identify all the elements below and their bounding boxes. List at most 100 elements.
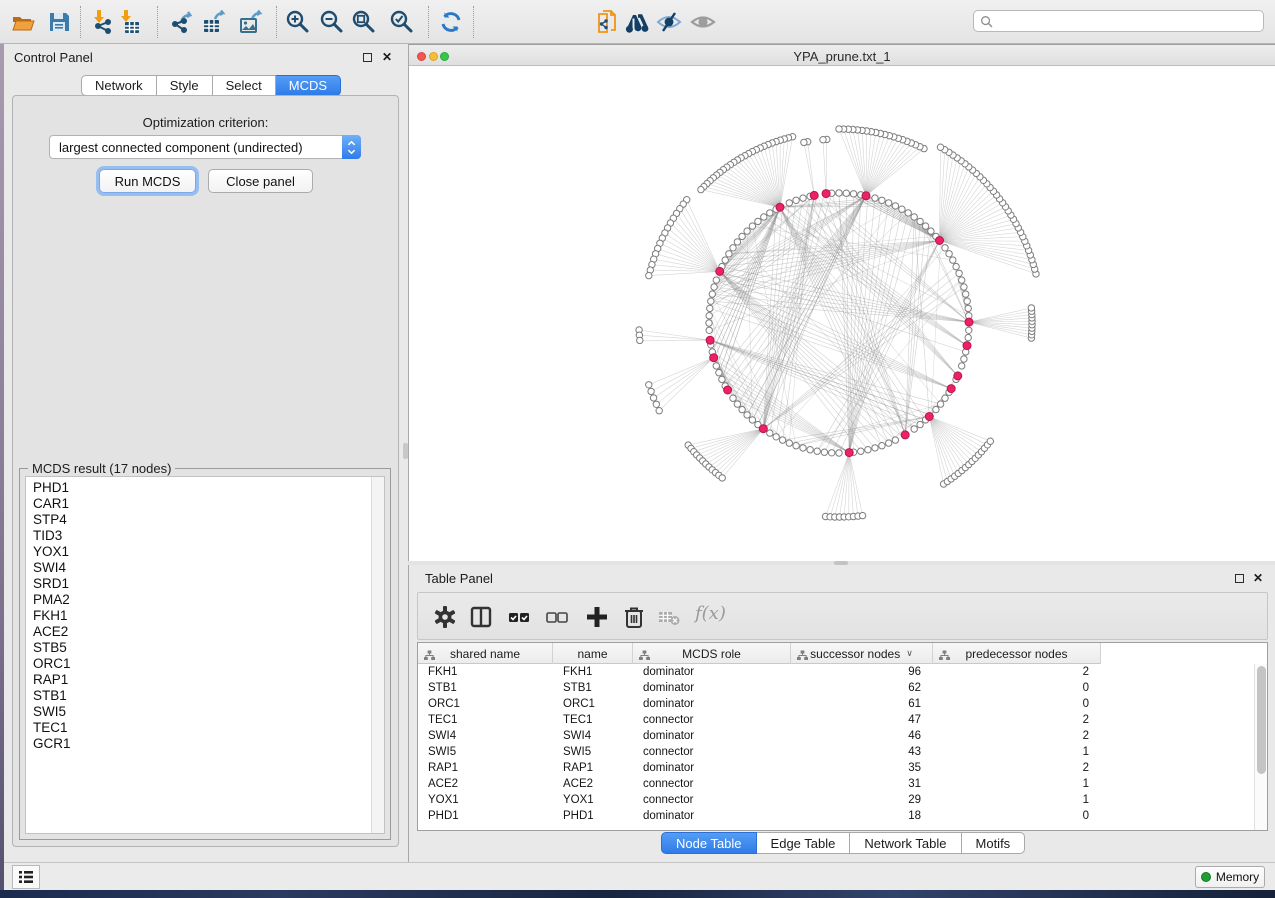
table-scrollbar[interactable]: [1254, 664, 1267, 830]
mcds-result-item[interactable]: SWI5: [33, 704, 384, 720]
cell-successor-nodes: 35: [791, 760, 933, 776]
save-icon[interactable]: [46, 9, 72, 35]
mcds-result-item[interactable]: RAP1: [33, 672, 384, 688]
cell-shared-name: RAP1: [418, 760, 553, 776]
table-row[interactable]: SWI5SWI5connector431: [418, 744, 1254, 760]
table-row[interactable]: ACE2ACE2connector311: [418, 776, 1254, 792]
network-window-titlebar[interactable]: YPA_prune.txt_1: [409, 44, 1275, 66]
cell-successor-nodes: 31: [791, 776, 933, 792]
tab-style[interactable]: Style: [157, 75, 213, 96]
close-panel-icon[interactable]: ✕: [382, 52, 392, 63]
mcds-tab-content: Optimization criterion: largest connecte…: [12, 95, 399, 847]
deselect-all-icon[interactable]: [544, 604, 570, 630]
mcds-result-item[interactable]: FKH1: [33, 608, 384, 624]
cell-MCDS-role: dominator: [633, 808, 791, 824]
export-image-icon[interactable]: [238, 9, 264, 35]
mcds-result-item[interactable]: STB1: [33, 688, 384, 704]
tab-network-table[interactable]: Network Table: [850, 832, 961, 854]
hide-panel-icon[interactable]: [656, 9, 682, 35]
tab-mcds[interactable]: MCDS: [276, 75, 341, 96]
close-panel-button[interactable]: Close panel: [208, 169, 313, 193]
delete-column-icon[interactable]: [621, 604, 647, 630]
mcds-result-item[interactable]: PMA2: [33, 592, 384, 608]
tab-network[interactable]: Network: [81, 75, 157, 96]
node-table[interactable]: shared namenameMCDS rolesuccessor nodes∨…: [417, 642, 1268, 831]
cell-predecessor-nodes: 0: [933, 808, 1101, 824]
mcds-result-item[interactable]: SRD1: [33, 576, 384, 592]
column-header-predecessor-nodes[interactable]: predecessor nodes: [933, 643, 1101, 664]
show-columns-icon[interactable]: [468, 604, 494, 630]
vertical-splitter-handle[interactable]: [403, 443, 408, 459]
table-row[interactable]: STB1STB1dominator620: [418, 680, 1254, 696]
table-row[interactable]: PHD1PHD1dominator180: [418, 808, 1254, 824]
cell-MCDS-role: connector: [633, 792, 791, 808]
run-mcds-button[interactable]: Run MCDS: [99, 169, 196, 193]
clone-network-icon[interactable]: [595, 9, 621, 35]
close-table-panel-icon[interactable]: ✕: [1253, 573, 1263, 584]
table-row[interactable]: TEC1TEC1connector472: [418, 712, 1254, 728]
tab-edge-table[interactable]: Edge Table: [757, 832, 851, 854]
tab-node-table[interactable]: Node Table: [661, 832, 757, 854]
mcds-result-list[interactable]: PHD1CAR1STP4TID3YOX1SWI4SRD1PMA2FKH1ACE2…: [25, 476, 385, 834]
optimization-criterion-label: Optimization criterion:: [13, 115, 398, 130]
network-canvas[interactable]: [409, 66, 1275, 561]
table-row[interactable]: ORC1ORC1dominator610: [418, 696, 1254, 712]
criterion-select[interactable]: largest connected component (undirected): [49, 135, 361, 159]
cell-successor-nodes: 61: [791, 696, 933, 712]
export-table-icon[interactable]: [201, 9, 227, 35]
column-header-name[interactable]: name: [553, 643, 633, 664]
refresh-icon[interactable]: [438, 9, 464, 35]
mcds-result-item[interactable]: TEC1: [33, 720, 384, 736]
table-row[interactable]: YOX1YOX1connector291: [418, 792, 1254, 808]
open-file-icon[interactable]: [10, 9, 36, 35]
tab-motifs[interactable]: Motifs: [962, 832, 1026, 854]
mcds-list-scrollbar[interactable]: [371, 477, 384, 833]
column-header-MCDS-role[interactable]: MCDS role: [633, 643, 791, 664]
zoom-fit-icon[interactable]: [351, 9, 377, 35]
cell-shared-name: TEC1: [418, 712, 553, 728]
cell-predecessor-nodes: 0: [933, 680, 1101, 696]
zoom-out-icon[interactable]: [319, 9, 345, 35]
control-panel: Control Panel ✕ NetworkStyleSelectMCDS O…: [4, 44, 403, 862]
cell-shared-name: PHD1: [418, 808, 553, 824]
mcds-result-item[interactable]: ORC1: [33, 656, 384, 672]
mcds-result-item[interactable]: PHD1: [33, 480, 384, 496]
table-row[interactable]: SWI4SWI4dominator462: [418, 728, 1254, 744]
cell-shared-name: YOX1: [418, 792, 553, 808]
float-panel-icon[interactable]: [363, 53, 372, 62]
table-row[interactable]: RAP1RAP1dominator352: [418, 760, 1254, 776]
cell-name: PHD1: [553, 808, 633, 824]
zoom-in-icon[interactable]: [285, 9, 311, 35]
column-header-successor-nodes[interactable]: successor nodes∨: [791, 643, 933, 664]
mcds-result-item[interactable]: GCR1: [33, 736, 384, 752]
mcds-result-item[interactable]: TID3: [33, 528, 384, 544]
float-table-panel-icon[interactable]: [1235, 574, 1244, 583]
search-input[interactable]: [997, 14, 1263, 28]
import-network-icon[interactable]: [90, 9, 116, 35]
mcds-result-item[interactable]: STP4: [33, 512, 384, 528]
search-box[interactable]: [973, 10, 1264, 32]
column-header-shared-name[interactable]: shared name: [418, 643, 553, 664]
memory-button[interactable]: Memory: [1195, 866, 1265, 888]
mcds-result-item[interactable]: YOX1: [33, 544, 384, 560]
tab-select[interactable]: Select: [213, 75, 276, 96]
table-scrollbar-thumb[interactable]: [1257, 666, 1266, 774]
toolbar-separator: [473, 6, 474, 38]
zoom-selected-icon[interactable]: [389, 9, 415, 35]
table-row[interactable]: FKH1FKH1dominator962: [418, 664, 1254, 680]
control-panel-tabs: NetworkStyleSelectMCDS: [81, 75, 341, 96]
mcds-result-item[interactable]: ACE2: [33, 624, 384, 640]
select-all-icon[interactable]: [506, 604, 532, 630]
search-network-icon[interactable]: [624, 9, 650, 35]
mcds-result-item[interactable]: SWI4: [33, 560, 384, 576]
mcds-result-item[interactable]: CAR1: [33, 496, 384, 512]
table-settings-gear-icon[interactable]: [432, 604, 458, 630]
search-icon: [980, 15, 993, 28]
mcds-result-item[interactable]: STB5: [33, 640, 384, 656]
show-panels-list-button[interactable]: [12, 865, 40, 889]
list-icon: [18, 870, 34, 884]
show-panel-icon[interactable]: [690, 9, 716, 35]
export-network-icon[interactable]: [168, 9, 194, 35]
import-table-icon[interactable]: [116, 9, 142, 35]
add-column-icon[interactable]: [584, 604, 610, 630]
